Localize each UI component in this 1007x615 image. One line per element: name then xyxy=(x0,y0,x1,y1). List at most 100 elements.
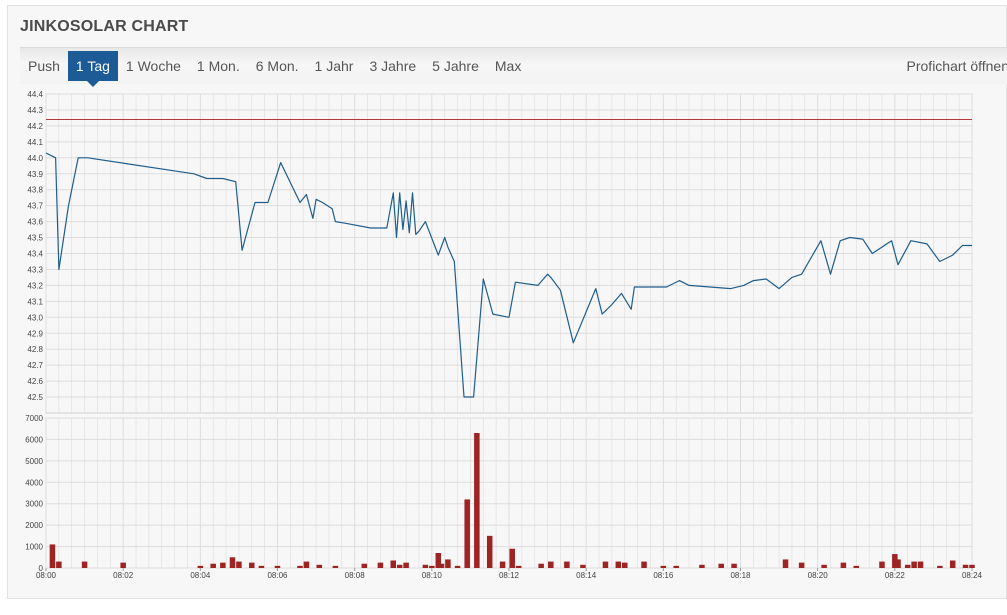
volume-y-tick-label: 7000 xyxy=(25,414,43,423)
volume-bar xyxy=(699,564,705,568)
volume-bar xyxy=(853,565,859,568)
x-tick-label: 08:06 xyxy=(267,571,288,580)
price-y-tick-label: 44.3 xyxy=(27,106,43,115)
volume-bar xyxy=(602,561,609,568)
volume-bar xyxy=(969,564,975,568)
volume-bar xyxy=(911,561,917,568)
volume-bar xyxy=(486,535,493,568)
volume-bar xyxy=(798,562,805,568)
volume-y-tick-label: 2000 xyxy=(25,521,43,530)
volume-bar xyxy=(622,562,628,568)
volume-bar xyxy=(917,561,924,568)
volume-bar xyxy=(499,561,506,568)
volume-bar xyxy=(509,548,515,568)
volume-bar xyxy=(303,561,310,568)
x-tick-label: 08:12 xyxy=(499,571,520,580)
volume-bar xyxy=(464,499,470,568)
volume-bar xyxy=(197,565,204,568)
x-tick-label: 08:04 xyxy=(190,571,211,580)
volume-y-tick-label: 1000 xyxy=(25,543,43,552)
volume-y-tick-label: 5000 xyxy=(25,457,43,466)
volume-bar xyxy=(396,564,403,568)
x-tick-label: 08:14 xyxy=(576,571,597,580)
volume-bar xyxy=(332,565,339,568)
price-y-tick-label: 42.8 xyxy=(27,345,43,354)
x-tick-label: 08:10 xyxy=(422,571,443,580)
price-y-tick-label: 43.0 xyxy=(27,313,43,322)
price-y-tick-label: 42.6 xyxy=(27,377,43,386)
volume-bar xyxy=(229,557,236,568)
x-tick-label: 08:22 xyxy=(885,571,906,580)
price-y-tick-label: 42.5 xyxy=(27,393,43,402)
volume-bar xyxy=(580,564,586,568)
price-y-tick-label: 43.6 xyxy=(27,218,43,227)
volume-bar xyxy=(962,564,969,568)
volume-bar xyxy=(249,562,255,568)
volume-bar xyxy=(316,564,323,568)
price-y-tick-label: 44.2 xyxy=(27,122,43,131)
volume-bar xyxy=(673,565,679,568)
volume-bar xyxy=(422,564,429,568)
volume-bar xyxy=(879,561,885,568)
x-tick-label: 08:24 xyxy=(962,571,983,580)
volume-bar xyxy=(258,565,265,568)
price-y-tick-label: 43.8 xyxy=(27,186,43,195)
x-tick-label: 08:16 xyxy=(653,571,674,580)
volume-bar xyxy=(538,563,544,568)
price-y-tick-label: 44.4 xyxy=(27,90,43,99)
volume-bar xyxy=(49,544,56,568)
x-tick-label: 08:00 xyxy=(36,571,57,580)
x-tick-label: 08:08 xyxy=(345,571,366,580)
volume-bar xyxy=(782,559,789,568)
price-y-tick-label: 43.7 xyxy=(27,202,43,211)
price-y-tick-label: 42.7 xyxy=(27,361,43,370)
x-tick-label: 08:02 xyxy=(113,571,134,580)
price-y-tick-label: 44.1 xyxy=(27,138,43,147)
volume-bar xyxy=(454,565,461,568)
price-volume-chart: 42.5 42.6 42.7 42.8 42.9 43.0 43.1 43.2 43.3 43.4… xyxy=(25,90,983,580)
volume-y-tick-label: 4000 xyxy=(25,478,43,487)
volume-bar xyxy=(840,562,847,568)
volume-bar xyxy=(210,563,216,568)
volume-bar xyxy=(564,561,570,568)
price-y-tick-label: 43.3 xyxy=(27,265,43,274)
volume-bar xyxy=(660,565,667,568)
volume-bar xyxy=(438,563,445,568)
volume-bar xyxy=(390,560,396,568)
volume-bar xyxy=(515,565,522,568)
price-y-tick-label: 43.5 xyxy=(27,234,43,243)
volume-bar xyxy=(718,563,724,568)
volume-bar xyxy=(615,561,622,568)
volume-bar xyxy=(445,559,451,568)
volume-bar xyxy=(949,560,956,568)
volume-bar xyxy=(731,563,737,568)
volume-bar xyxy=(377,562,384,568)
volume-bar xyxy=(403,562,409,568)
volume-bar xyxy=(895,559,901,568)
volume-bar xyxy=(236,561,242,568)
volume-bar xyxy=(56,561,62,568)
volume-bar xyxy=(81,561,88,568)
volume-y-tick-label: 6000 xyxy=(25,435,43,444)
price-y-tick-label: 43.2 xyxy=(27,281,43,290)
price-y-tick-label: 43.9 xyxy=(27,170,43,179)
price-y-tick-label: 44.0 xyxy=(27,154,43,163)
volume-bar xyxy=(937,565,943,568)
volume-bar xyxy=(274,565,281,568)
x-tick-label: 08:20 xyxy=(808,571,829,580)
volume-bar xyxy=(120,562,126,568)
volume-bar xyxy=(429,565,435,568)
volume-bar xyxy=(361,563,368,568)
volume-bar xyxy=(821,564,827,568)
volume-bar xyxy=(297,565,303,568)
volume-bar xyxy=(904,564,911,568)
price-y-tick-label: 42.9 xyxy=(27,329,43,338)
price-y-tick-label: 43.4 xyxy=(27,250,43,259)
volume-y-tick-label: 3000 xyxy=(25,500,43,509)
volume-bar xyxy=(548,561,554,568)
volume-bar xyxy=(641,561,647,568)
volume-bar xyxy=(220,562,226,568)
volume-bar xyxy=(474,433,480,568)
price-y-tick-label: 43.1 xyxy=(27,297,43,306)
x-tick-label: 08:18 xyxy=(730,571,751,580)
